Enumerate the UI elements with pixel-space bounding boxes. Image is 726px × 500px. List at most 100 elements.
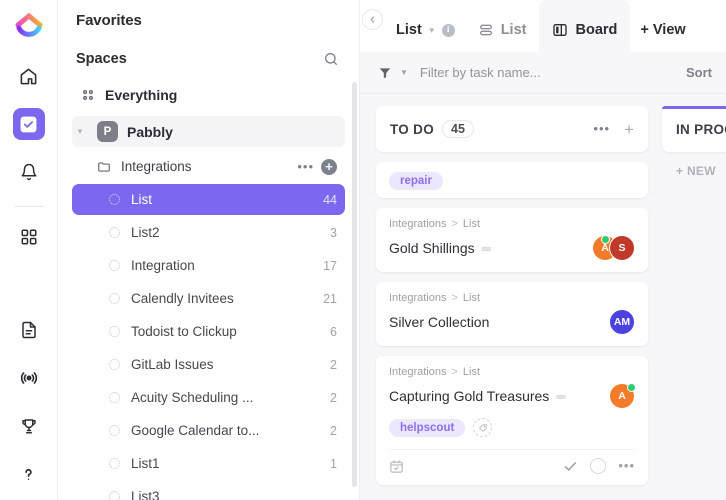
top-bar: List ▼ i List Board + View	[360, 0, 726, 52]
sidebar-item-list3[interactable]: List3	[72, 481, 345, 500]
tasks-icon[interactable]	[12, 108, 45, 140]
crumb-separator-icon: >	[451, 218, 458, 230]
sidebar-space-pabbly[interactable]: ▼ P Pabbly	[72, 116, 345, 147]
sidebar-item-label: List2	[131, 225, 160, 240]
goals-trophy-icon[interactable]	[13, 410, 45, 442]
sidebar-item-label: Todoist to Clickup	[131, 324, 237, 339]
folder-add-icon[interactable]: +	[321, 158, 337, 175]
sidebar: Favorites Spaces Everything ▼ P Pabbly I…	[58, 0, 360, 500]
main-content: List ▼ i List Board + View ▼ Filter by t…	[360, 0, 726, 500]
add-new-task-button[interactable]: + NEW	[662, 152, 726, 178]
sidebar-item-count: 2	[330, 423, 337, 438]
priority-icon[interactable]: ═	[556, 389, 565, 404]
search-icon[interactable]	[323, 51, 339, 67]
card-main-row: Silver Collection AM	[389, 309, 635, 335]
info-icon[interactable]: i	[441, 23, 455, 37]
sidebar-item-count: 17	[323, 258, 337, 273]
sort-button[interactable]: Sort	[686, 65, 712, 80]
dashboards-icon[interactable]	[13, 221, 45, 253]
sidebar-item-everything[interactable]: Everything	[72, 79, 345, 110]
task-tag[interactable]: helpscout	[389, 418, 466, 437]
card-footer: •••	[389, 449, 635, 474]
list-status-icon	[106, 326, 122, 337]
board-column-in-progress: IN PROGRESS + NEW	[662, 106, 726, 500]
sidebar-item-label: Calendly Invitees	[131, 291, 234, 306]
card-main-row: Gold Shillings ═ A S	[389, 235, 635, 261]
sidebar-list-group: List 44 List2 3 Integration 17 Calendly Invite…	[72, 184, 345, 500]
card-title-text: Capturing Gold Treasures	[389, 388, 550, 404]
calendar-icon[interactable]	[389, 459, 404, 474]
task-card[interactable]: Integrations > List Gold Shillings ═ A S	[376, 208, 648, 272]
sidebar-item-label: List1	[131, 456, 160, 471]
filter-icon[interactable]	[378, 66, 392, 80]
crumb-folder: Integrations	[389, 218, 447, 230]
docs-icon[interactable]	[13, 314, 45, 346]
add-tag-icon[interactable]	[473, 418, 493, 437]
add-view-button[interactable]: + View	[630, 22, 695, 52]
chevron-down-icon[interactable]: ▼	[76, 127, 88, 136]
card-title: Silver Collection	[389, 314, 609, 330]
task-card[interactable]: Integrations > List Capturing Gold Treas…	[376, 356, 648, 485]
filter-input[interactable]: Filter by task name...	[420, 65, 541, 80]
priority-icon[interactable]: ═	[482, 241, 491, 256]
sidebar-folder-integrations[interactable]: Integrations ••• +	[72, 151, 345, 182]
task-card[interactable]: Integrations > List Silver Collection AM	[376, 282, 648, 346]
chevron-down-icon[interactable]: ▼	[400, 68, 408, 77]
card-avatars[interactable]: A S	[592, 235, 635, 261]
card-title-text: Gold Shillings	[389, 240, 475, 256]
card-breadcrumb: Integrations > List	[389, 366, 635, 378]
breadcrumb-label: List	[396, 22, 422, 38]
column-header[interactable]: TO DO 45 ••• +	[376, 106, 648, 152]
folder-icon	[96, 160, 112, 174]
avatar[interactable]: AM	[609, 309, 635, 335]
sidebar-item-label: Acuity Scheduling ...	[131, 390, 254, 405]
pulse-icon[interactable]	[13, 362, 45, 394]
sidebar-item-list1[interactable]: List1 1	[72, 448, 345, 479]
sidebar-item-list2[interactable]: List2 3	[72, 217, 345, 248]
avatar[interactable]: S	[609, 235, 635, 261]
sidebar-item-label: List	[131, 192, 153, 207]
card-breadcrumb: Integrations > List	[389, 292, 635, 304]
task-card[interactable]: repair	[376, 162, 648, 198]
sidebar-item-list[interactable]: List 44	[72, 184, 345, 215]
sidebar-item-todoist-to-clickup[interactable]: Todoist to Clickup 6	[72, 316, 345, 347]
sidebar-item-google-calendar-to[interactable]: Google Calendar to... 2	[72, 415, 345, 446]
tab-board[interactable]: Board	[539, 0, 631, 52]
status-circle-icon[interactable]	[590, 458, 607, 474]
sidebar-item-count: 1	[330, 456, 337, 471]
card-avatars[interactable]: AM	[609, 309, 635, 335]
crumb-list: List	[462, 292, 481, 304]
list-status-icon	[106, 392, 122, 403]
more-options-icon[interactable]: •••	[618, 459, 635, 472]
notifications-bell-icon[interactable]	[13, 156, 45, 188]
tab-list[interactable]: List	[465, 0, 540, 52]
chevron-down-icon[interactable]: ▼	[428, 26, 436, 35]
space-label: Pabbly	[127, 123, 173, 140]
column-header[interactable]: IN PROGRESS	[662, 106, 726, 152]
sidebar-item-label: Integration	[131, 258, 195, 273]
sidebar-item-gitlab-issues[interactable]: GitLab Issues 2	[72, 349, 345, 380]
board-column-todo: TO DO 45 ••• + repair Integrations > Lis…	[376, 106, 648, 500]
column-more-icon[interactable]: •••	[593, 122, 610, 135]
sidebar-item-integration[interactable]: Integration 17	[72, 250, 345, 281]
home-icon[interactable]	[13, 60, 45, 92]
folder-more-icon[interactable]: •••	[297, 160, 314, 173]
task-tag[interactable]: repair	[389, 172, 443, 190]
left-icon-rail	[0, 0, 58, 500]
card-avatars[interactable]: A	[609, 383, 636, 409]
clickup-logo[interactable]	[9, 6, 49, 46]
list-status-icon	[106, 458, 122, 469]
sidebar-item-acuity-scheduling[interactable]: Acuity Scheduling ... 2	[72, 382, 345, 413]
rail-divider	[13, 206, 44, 207]
card-tag-row: helpscout	[389, 418, 635, 437]
sidebar-scrollbar[interactable]	[352, 82, 357, 487]
breadcrumb[interactable]: List ▼ i	[368, 22, 465, 52]
column-add-task-icon[interactable]: +	[624, 121, 634, 138]
sidebar-collapse-button[interactable]	[362, 9, 383, 30]
check-icon[interactable]	[563, 459, 578, 474]
online-status-dot	[627, 383, 636, 392]
sidebar-item-calendly-invitees[interactable]: Calendly Invitees 21	[72, 283, 345, 314]
help-icon[interactable]	[13, 458, 45, 490]
crumb-separator-icon: >	[451, 366, 458, 378]
folder-actions: ••• +	[297, 158, 337, 175]
